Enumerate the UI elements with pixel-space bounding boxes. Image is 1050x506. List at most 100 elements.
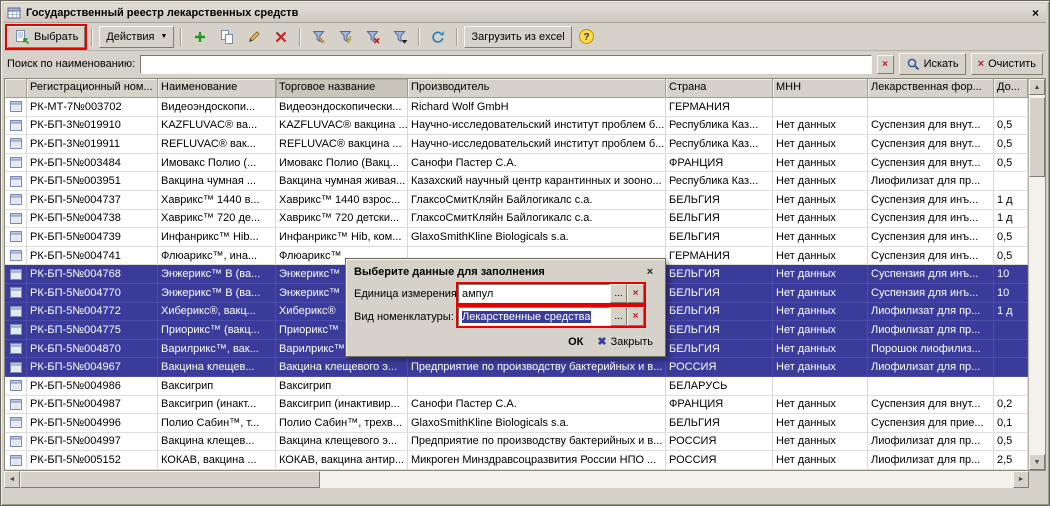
- table-cell: Нет данных: [773, 247, 868, 265]
- column-header[interactable]: Лекарственная фор...: [868, 79, 994, 98]
- dialog-close-icon[interactable]: ×: [643, 266, 657, 278]
- table-cell: Микроген Минздравсоцразвития России НПО …: [408, 451, 666, 469]
- scroll-right-button[interactable]: ►: [1013, 471, 1029, 488]
- table-cell: РК-БП-5№004772: [27, 303, 158, 321]
- ok-button[interactable]: ОК: [568, 336, 583, 348]
- titlebar[interactable]: Государственный реестр лекарственных сре…: [4, 4, 1046, 23]
- column-header[interactable]: До...: [994, 79, 1028, 98]
- filter-off-button[interactable]: [361, 26, 385, 48]
- table-cell: [994, 377, 1028, 395]
- nomenclature-ellipsis-button[interactable]: ...: [610, 307, 627, 326]
- table-cell: Видеоэндоскопически...: [276, 98, 408, 116]
- scroll-left-button[interactable]: ◄: [4, 471, 20, 488]
- unit-input[interactable]: ампул: [458, 284, 610, 303]
- actions-button[interactable]: Действия ▼: [99, 26, 174, 48]
- x-icon: ×: [633, 311, 639, 322]
- table-row[interactable]: РК-БП-3№019910KAZFLUVAC® ва...KAZFLUVAC®…: [5, 117, 1028, 136]
- nomenclature-field-group: Лекарственные средства ... ×: [458, 307, 644, 326]
- window-close-button[interactable]: ×: [1028, 6, 1043, 20]
- actions-button-label: Действия: [106, 31, 154, 43]
- scroll-down-button[interactable]: ▼: [1029, 454, 1045, 470]
- edit-button[interactable]: [242, 26, 266, 48]
- table-row[interactable]: РК-МТ-7№003702Видеоэндоскопи...Видеоэндо…: [5, 98, 1028, 117]
- column-header[interactable]: МНН: [773, 79, 868, 98]
- find-button-label: Искать: [924, 58, 959, 70]
- column-header[interactable]: Производитель: [408, 79, 666, 98]
- table-cell: Вакцина клещев...: [158, 358, 276, 376]
- delete-button[interactable]: [269, 26, 293, 48]
- app-icon: [7, 6, 21, 20]
- table-row[interactable]: РК-БП-5№003484Имовакс Полио (...Имовакс …: [5, 154, 1028, 173]
- table-cell: РОССИЯ: [666, 451, 773, 469]
- table-row[interactable]: РК-БП-5№004738Хаврикс™ 720 де...Хаврикс™…: [5, 210, 1028, 229]
- help-button[interactable]: ?: [575, 26, 599, 48]
- table-row[interactable]: РК-БП-5№004737Хаврикс™ 1440 в...Хаврикс™…: [5, 191, 1028, 210]
- table-cell: Казахский научный центр карантинных и зо…: [408, 172, 666, 190]
- horizontal-scroll-thumb[interactable]: [20, 471, 320, 488]
- table-cell: ФРАНЦИЯ: [666, 154, 773, 172]
- ellipsis-icon: ...: [614, 288, 622, 299]
- table-row[interactable]: РК-БП-5№004997Вакцина клещев...Вакцина к…: [5, 433, 1028, 452]
- filter-settings-button[interactable]: [307, 26, 331, 48]
- refresh-button[interactable]: [426, 26, 450, 48]
- table-cell: Суспензия для внут...: [868, 154, 994, 172]
- column-header-icon[interactable]: [5, 79, 27, 98]
- table-cell: 1 д: [994, 210, 1028, 228]
- table-row[interactable]: РК-БП-5№004987Ваксигрип (инакт...Ваксигр…: [5, 396, 1028, 415]
- column-header[interactable]: Регистрационный ном...: [27, 79, 158, 98]
- vertical-scroll-track[interactable]: [1029, 95, 1045, 454]
- table-row[interactable]: РК-БП-5№004996Полио Сабин™, т...Полио Са…: [5, 414, 1028, 433]
- record-icon: [5, 358, 27, 376]
- table-cell: Нет данных: [773, 396, 868, 414]
- scroll-up-button[interactable]: ▲: [1029, 79, 1045, 95]
- table-cell: 0,5: [994, 433, 1028, 451]
- table-row[interactable]: РК-БП-5№004739Инфанрикс™ Hib...Инфанрикс…: [5, 228, 1028, 247]
- copy-icon: [219, 29, 235, 45]
- column-header[interactable]: Страна: [666, 79, 773, 98]
- load-excel-button[interactable]: Загрузить из excel: [464, 26, 571, 48]
- refresh-icon: [430, 29, 446, 45]
- pencil-icon: [246, 29, 262, 45]
- add-button[interactable]: [188, 26, 212, 48]
- unit-ellipsis-button[interactable]: ...: [610, 284, 627, 303]
- vertical-scrollbar[interactable]: ▲ ▼: [1028, 79, 1045, 470]
- table-cell: 0,5: [994, 228, 1028, 246]
- nomenclature-field-label: Вид номенклатуры:: [354, 311, 458, 323]
- column-header[interactable]: Наименование: [158, 79, 276, 98]
- table-cell: Нет данных: [773, 284, 868, 302]
- table-cell: [868, 98, 994, 116]
- dialog-close-button[interactable]: ✖ Закрыть: [597, 335, 653, 348]
- clear-button-label: Очистить: [988, 58, 1036, 70]
- table-cell: РК-БП-5№004739: [27, 228, 158, 246]
- dialog-titlebar[interactable]: Выберите данные для заполнения ×: [354, 263, 657, 280]
- add-copy-button[interactable]: [215, 26, 239, 48]
- filter-off-icon: [365, 29, 381, 45]
- search-clear-x-button[interactable]: ×: [877, 55, 894, 74]
- horizontal-scroll-track[interactable]: [20, 471, 1013, 488]
- nomenclature-input[interactable]: Лекарственные средства: [458, 307, 610, 326]
- unit-clear-button[interactable]: ×: [627, 284, 644, 303]
- clear-search-button[interactable]: × Очистить: [971, 53, 1043, 75]
- filter-by-value-button[interactable]: [334, 26, 358, 48]
- column-header[interactable]: Торговое название: [276, 79, 408, 98]
- table-row[interactable]: РК-БП-5№005152КОКАВ, вакцина ...КОКАВ, в…: [5, 451, 1028, 470]
- nomenclature-clear-button[interactable]: ×: [627, 307, 644, 326]
- table-cell: [994, 358, 1028, 376]
- vertical-scroll-thumb[interactable]: [1029, 97, 1045, 177]
- filter-history-button[interactable]: [388, 26, 412, 48]
- table-cell: 0,5: [994, 247, 1028, 265]
- filter-lightning-icon: [338, 29, 354, 45]
- table-row[interactable]: РК-БП-5№004967Вакцина клещев...Вакцина к…: [5, 358, 1028, 377]
- horizontal-scrollbar[interactable]: ◄ ►: [4, 471, 1029, 488]
- find-button[interactable]: Искать: [899, 53, 966, 75]
- search-input[interactable]: [140, 55, 871, 74]
- table-cell: 0,5: [994, 117, 1028, 135]
- table-row[interactable]: РК-БП-5№004986ВаксигрипВаксигрипБЕЛАРУСЬ: [5, 377, 1028, 396]
- close-x-icon: ✖: [597, 335, 606, 348]
- select-button[interactable]: Выбрать: [7, 26, 85, 48]
- table-cell: Нет данных: [773, 265, 868, 283]
- table-row[interactable]: РК-БП-5№003951Вакцина чумная ...Вакцина …: [5, 172, 1028, 191]
- select-button-label: Выбрать: [34, 31, 78, 43]
- table-row[interactable]: РК-БП-3№019911REFLUVAC® вак...REFLUVAC® …: [5, 135, 1028, 154]
- table-cell: KAZFLUVAC® ва...: [158, 117, 276, 135]
